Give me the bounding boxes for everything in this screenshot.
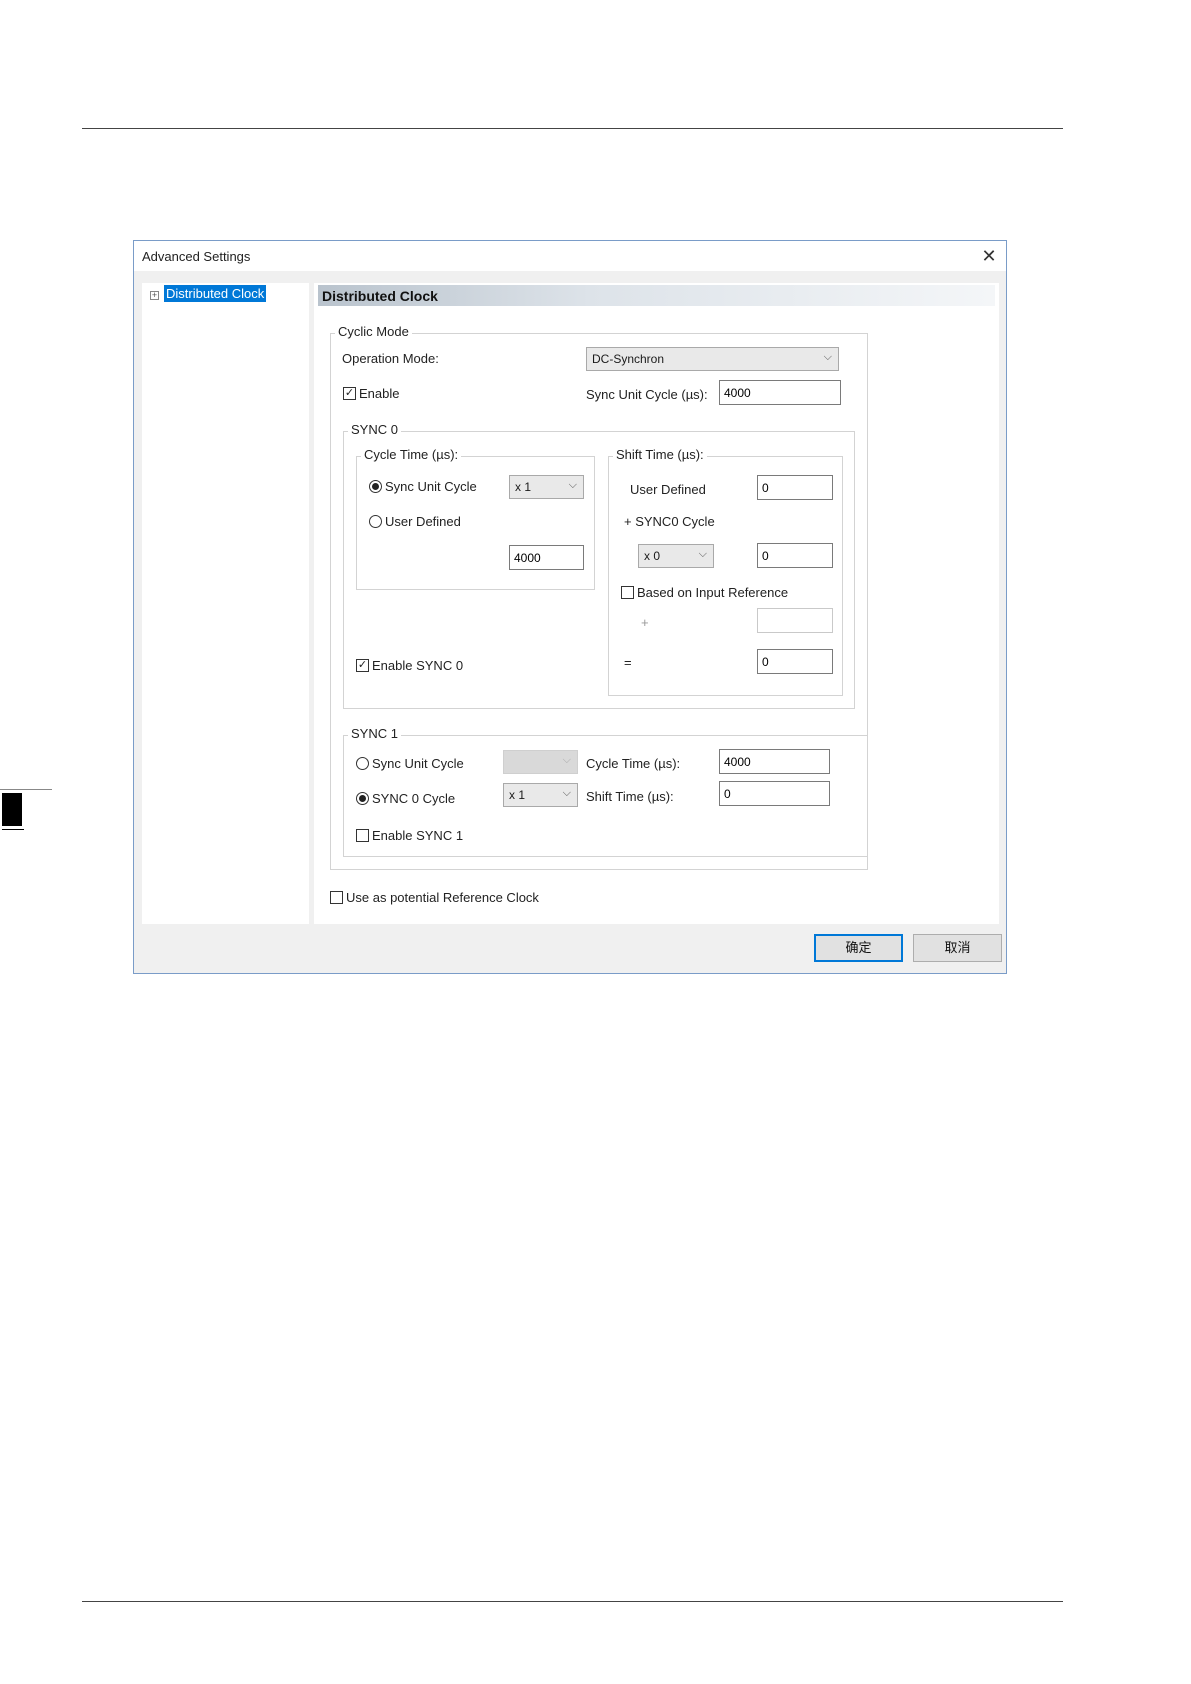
sync1-sync0-multiplier-value: x 1 — [509, 788, 526, 802]
page-tab-marker-bottom-line — [2, 829, 24, 830]
sync0-cycle-multiplier-select[interactable]: x 1 ⌵ — [509, 475, 584, 499]
sync1-cycle-time-label: Cycle Time (µs): — [586, 756, 681, 771]
close-icon[interactable]: ✕ — [978, 245, 1000, 267]
enable-sync1-label: Enable SYNC 1 — [372, 828, 464, 843]
shift-sync0-value-input[interactable] — [757, 543, 833, 568]
chevron-down-icon: ⌵ — [568, 479, 577, 491]
sync0-user-defined-input[interactable] — [509, 545, 584, 570]
enable-sync0-label: Enable SYNC 0 — [372, 658, 464, 673]
enable-sync1-checkbox[interactable] — [356, 829, 369, 842]
based-on-input-reference-label: Based on Input Reference — [637, 585, 789, 600]
chevron-down-icon: ⌵ — [562, 754, 571, 766]
chevron-down-icon: ⌵ — [562, 787, 571, 799]
content-header-title: Distributed Clock — [322, 288, 438, 304]
sync1-sync0-cycle-radio[interactable] — [356, 792, 369, 805]
sync1-sync-unit-cycle-radio[interactable] — [356, 757, 369, 770]
cyclic-mode-legend: Cyclic Mode — [335, 324, 412, 339]
settings-tree: + Distributed Clock — [142, 283, 309, 924]
sync0-sync-unit-cycle-label: Sync Unit Cycle — [385, 479, 477, 494]
input-reference-offset-input[interactable] — [757, 608, 833, 633]
dialog-title: Advanced Settings — [142, 249, 251, 264]
tree-expand-icon[interactable]: + — [150, 291, 159, 300]
dialog-titlebar: Advanced Settings ✕ — [134, 241, 1006, 271]
reference-clock-checkbox[interactable] — [330, 891, 343, 904]
reference-clock-label: Use as potential Reference Clock — [346, 890, 539, 905]
page-tab-marker — [2, 793, 22, 826]
chevron-down-icon: ⌵ — [823, 351, 832, 363]
enable-sync0-checkbox[interactable]: ✓ — [356, 659, 369, 672]
settings-content: Distributed Clock Cyclic Mode Operation … — [314, 283, 999, 924]
tree-item-distributed-clock[interactable]: Distributed Clock — [164, 285, 267, 302]
ok-button[interactable]: 确定 — [814, 934, 903, 962]
sync0-user-defined-radio[interactable] — [369, 515, 382, 528]
sync-unit-cycle-label: Sync Unit Cycle (µs): — [586, 387, 708, 402]
sync0-legend: SYNC 0 — [348, 422, 401, 437]
sync0-cycle-time-legend: Cycle Time (µs): — [361, 447, 462, 462]
sync1-sync-unit-multiplier-select[interactable]: ⌵ — [503, 750, 578, 774]
sync0-cycle-multiplier-value: x 1 — [515, 480, 532, 494]
shift-sync0-cycle-label: + SYNC0 Cycle — [624, 514, 715, 529]
based-on-input-reference-checkbox[interactable] — [621, 586, 634, 599]
shift-sync0-multiplier-select[interactable]: x 0 ⌵ — [638, 544, 714, 568]
operation-mode-select[interactable]: DC-Synchron ⌵ — [586, 347, 839, 371]
shift-sync0-multiplier-value: x 0 — [644, 549, 661, 563]
sync1-sync0-cycle-label: SYNC 0 Cycle — [372, 791, 456, 806]
operation-mode-value: DC-Synchron — [592, 352, 665, 366]
sync1-shift-time-input[interactable] — [719, 781, 830, 806]
sync0-user-defined-label: User Defined — [385, 514, 461, 529]
sync1-shift-time-label: Shift Time (µs): — [586, 789, 674, 804]
cancel-button[interactable]: 取消 — [913, 934, 1002, 962]
enable-label: Enable — [359, 386, 400, 401]
sync1-cycle-time-input[interactable] — [719, 749, 830, 774]
sync1-sync-unit-cycle-label: Sync Unit Cycle — [372, 756, 464, 771]
advanced-settings-dialog: Advanced Settings ✕ + Distributed Clock … — [133, 240, 1007, 974]
enable-checkbox[interactable]: ✓ — [343, 387, 356, 400]
sync0-shift-time-legend: Shift Time (µs): — [613, 447, 707, 462]
page-header-rule — [82, 128, 1063, 129]
page-footer-rule — [82, 1601, 1063, 1602]
content-header: Distributed Clock — [318, 285, 995, 306]
sync1-sync0-multiplier-select[interactable]: x 1 ⌵ — [503, 783, 578, 807]
input-reference-plus-sign: + — [641, 615, 649, 630]
page-tab-marker-top-line — [0, 789, 52, 790]
operation-mode-label: Operation Mode: — [342, 351, 439, 366]
sync-unit-cycle-input[interactable] — [719, 380, 841, 405]
sync1-legend: SYNC 1 — [348, 726, 401, 741]
shift-result-input[interactable] — [757, 649, 833, 674]
shift-user-defined-input[interactable] — [757, 475, 833, 500]
chevron-down-icon: ⌵ — [698, 548, 707, 560]
sync0-sync-unit-cycle-radio[interactable] — [369, 480, 382, 493]
shift-user-defined-label: User Defined — [630, 482, 706, 497]
shift-result-equals-sign: = — [624, 655, 632, 670]
